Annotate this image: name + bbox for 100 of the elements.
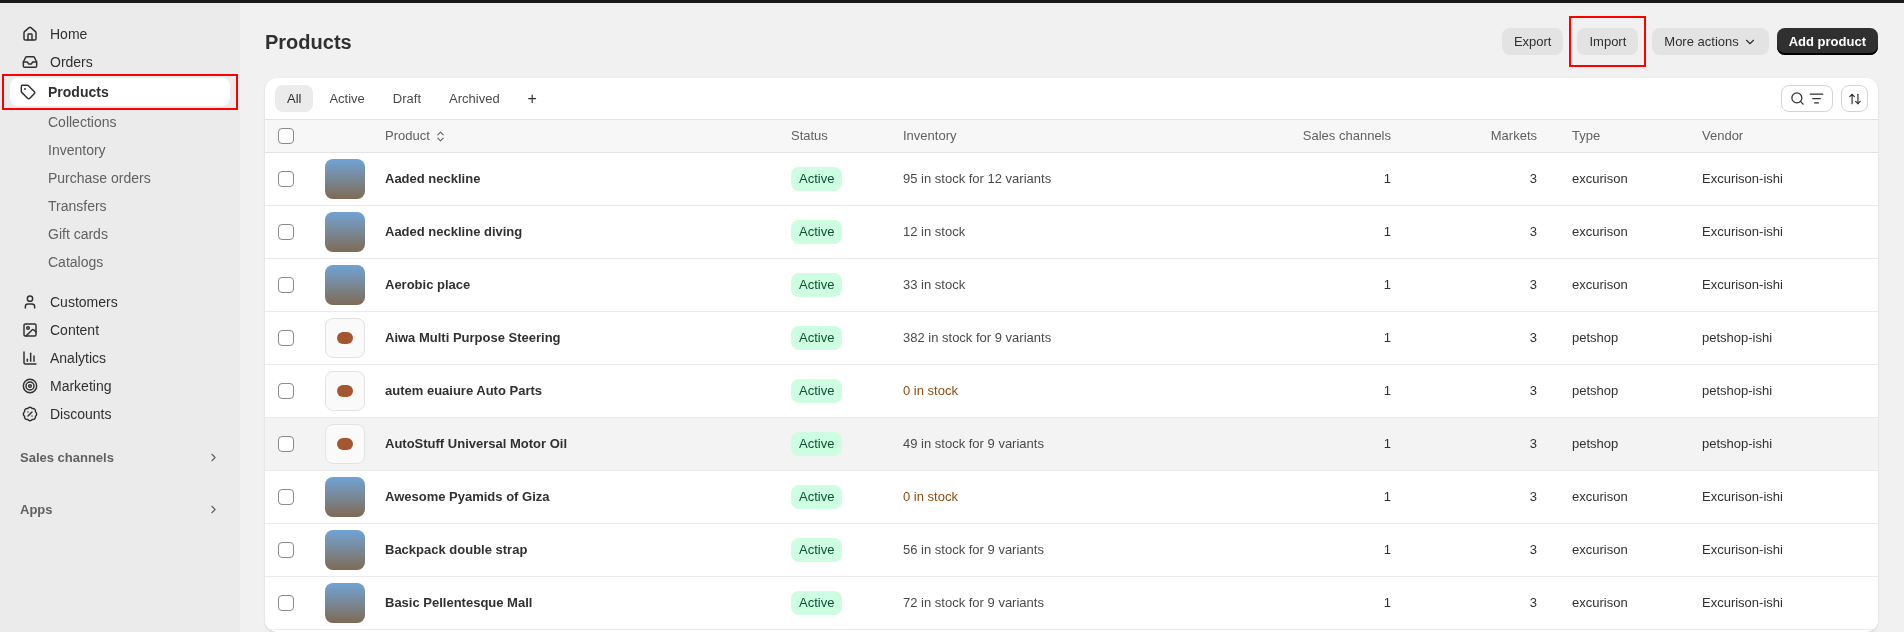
- photo-placeholder: [325, 424, 365, 464]
- table-cell: excurison: [1572, 224, 1628, 240]
- status-badge: Active: [791, 432, 843, 456]
- sidebar-subitem[interactable]: Gift cards: [12, 220, 228, 248]
- product-name[interactable]: Aiwa Multi Purpose Steering: [385, 330, 561, 346]
- table-cell: 1: [1383, 224, 1391, 240]
- product-row[interactable]: Aaded neckline diving Active 12 in stock 1 3 excurison Excurison-ishi: [265, 205, 1878, 259]
- action-button[interactable]: Import: [1577, 28, 1639, 55]
- sidebar-item[interactable]: Discounts: [12, 400, 228, 428]
- row-checkbox[interactable]: [278, 171, 294, 187]
- sidebar-subitem[interactable]: Purchase orders: [12, 164, 228, 192]
- filter-tab[interactable]: All: [275, 85, 314, 112]
- inventory-text: 0 in stock: [903, 489, 958, 505]
- sidebar-subitem[interactable]: Collections: [12, 108, 228, 136]
- table-cell: 1: [1383, 383, 1391, 399]
- table-cell: 3: [1529, 383, 1537, 399]
- table-cell: 3: [1529, 330, 1537, 346]
- status-badge: Active: [791, 591, 843, 615]
- image-icon: [22, 322, 38, 338]
- row-checkbox[interactable]: [278, 224, 294, 240]
- page-title: Products: [265, 29, 352, 55]
- product-row[interactable]: autem euaiure Auto Parts Active 0 in stock 1 3 petshop petshop-ishi: [265, 364, 1878, 418]
- filter-tab[interactable]: Active: [317, 85, 377, 112]
- table-cell: 1: [1383, 330, 1391, 346]
- row-checkbox[interactable]: [278, 595, 294, 611]
- product-row[interactable]: Aaded neckline Active 95 in stock for 12 variants 1 3 excurison Excurison-ishi: [265, 152, 1878, 206]
- target-icon: [22, 378, 38, 394]
- table-cell: Excurison-ishi: [1702, 224, 1783, 240]
- column-header: Vendor: [1702, 128, 1744, 144]
- sidebar-subitem[interactable]: Catalogs: [12, 248, 228, 276]
- table-cell: petshop-ishi: [1702, 436, 1773, 452]
- product-row[interactable]: Basic Pellentesque Mall Active 72 in stock for 9 variants 1 3 excurison Excurison-ishi: [265, 576, 1878, 630]
- photo-placeholder: [325, 265, 365, 305]
- inventory-text: 0 in stock: [903, 383, 958, 399]
- menu-button[interactable]: More actions: [1652, 28, 1769, 55]
- row-checkbox[interactable]: [278, 436, 294, 452]
- product-row[interactable]: Backpack double strap Active 56 in stock for 9 variants 1 3 excurison Excurison-ishi: [265, 523, 1878, 577]
- action-button[interactable]: Export: [1501, 28, 1564, 55]
- product-name[interactable]: Awesome Pyamids of Giza: [385, 489, 550, 505]
- product-name[interactable]: Backpack double strap: [385, 542, 528, 558]
- sidebar-subitem[interactable]: Transfers: [12, 192, 228, 220]
- table-cell: excurison: [1572, 595, 1628, 611]
- filter-icon: [1809, 91, 1824, 106]
- table-cell: petshop: [1572, 383, 1619, 399]
- search-icon: [1790, 91, 1805, 106]
- product-name[interactable]: AutoStuff Universal Motor Oil: [385, 436, 567, 452]
- sidebar-item[interactable]: Customers: [12, 288, 228, 316]
- table-cell: 3: [1529, 489, 1537, 505]
- table-cell: Excurison-ishi: [1702, 595, 1783, 611]
- sidebar-subitem[interactable]: Inventory: [12, 136, 228, 164]
- sidebar-item[interactable]: Orders: [12, 48, 228, 76]
- table-cell: 3: [1529, 542, 1537, 558]
- table-cell: 3: [1529, 224, 1537, 240]
- photo-placeholder: [325, 530, 365, 570]
- inbox-icon: [22, 54, 38, 70]
- filter-tab[interactable]: Archived: [437, 85, 512, 112]
- column-header[interactable]: Product: [385, 126, 447, 146]
- product-name[interactable]: Aaded neckline diving: [385, 224, 523, 240]
- sidebar-section[interactable]: Sales channels: [12, 448, 228, 468]
- search-filter-button[interactable]: [1781, 85, 1833, 112]
- inventory-text: 49 in stock for 9 variants: [903, 436, 1044, 452]
- table-cell: petshop-ishi: [1702, 383, 1773, 399]
- inventory-text: 33 in stock: [903, 277, 966, 293]
- filter-tab[interactable]: Draft: [380, 85, 434, 112]
- table-cell: 1: [1383, 436, 1391, 452]
- column-header: Type: [1572, 128, 1601, 144]
- status-badge: Active: [791, 273, 843, 297]
- row-checkbox[interactable]: [278, 383, 294, 399]
- column-header: Markets: [1490, 128, 1537, 144]
- sort-button[interactable]: [1841, 85, 1868, 112]
- row-checkbox[interactable]: [278, 330, 294, 346]
- table-cell: 1: [1383, 595, 1391, 611]
- inventory-text: 56 in stock for 9 variants: [903, 542, 1044, 558]
- sidebar-item[interactable]: Home: [12, 20, 228, 48]
- select-all-checkbox[interactable]: [278, 128, 294, 144]
- table-cell: 3: [1529, 595, 1537, 611]
- table-cell: 1: [1383, 171, 1391, 187]
- status-badge: Active: [791, 220, 843, 244]
- row-checkbox[interactable]: [278, 542, 294, 558]
- product-row[interactable]: Aerobic place Active 33 in stock 1 3 excurison Excurison-ishi: [265, 258, 1878, 312]
- sidebar-item[interactable]: Analytics: [12, 344, 228, 372]
- product-name[interactable]: Aerobic place: [385, 277, 471, 293]
- sidebar-item[interactable]: Products: [10, 78, 230, 106]
- action-button[interactable]: Add product: [1776, 28, 1878, 55]
- photo-placeholder: [325, 318, 365, 358]
- row-checkbox[interactable]: [278, 489, 294, 505]
- product-row[interactable]: Aiwa Multi Purpose Steering Active 382 in stock for 9 variants 1 3 petshop petshop-ishi: [265, 311, 1878, 365]
- product-name[interactable]: Aaded neckline: [385, 171, 481, 187]
- table-cell: excurison: [1572, 542, 1628, 558]
- sidebar-item[interactable]: Marketing: [12, 372, 228, 400]
- product-name[interactable]: Basic Pellentesque Mall: [385, 595, 533, 611]
- product-row[interactable]: Awesome Pyamids of Giza Active 0 in stock 1 3 excurison Excurison-ishi: [265, 470, 1878, 524]
- row-checkbox[interactable]: [278, 277, 294, 293]
- sidebar-item[interactable]: Content: [12, 316, 228, 344]
- bar-chart-icon: [22, 350, 38, 366]
- table-cell: excurison: [1572, 171, 1628, 187]
- sidebar-section[interactable]: Apps: [12, 499, 228, 519]
- photo-placeholder: [325, 371, 365, 411]
- add-view-button[interactable]: +: [515, 85, 549, 112]
- product-name[interactable]: autem euaiure Auto Parts: [385, 383, 542, 399]
